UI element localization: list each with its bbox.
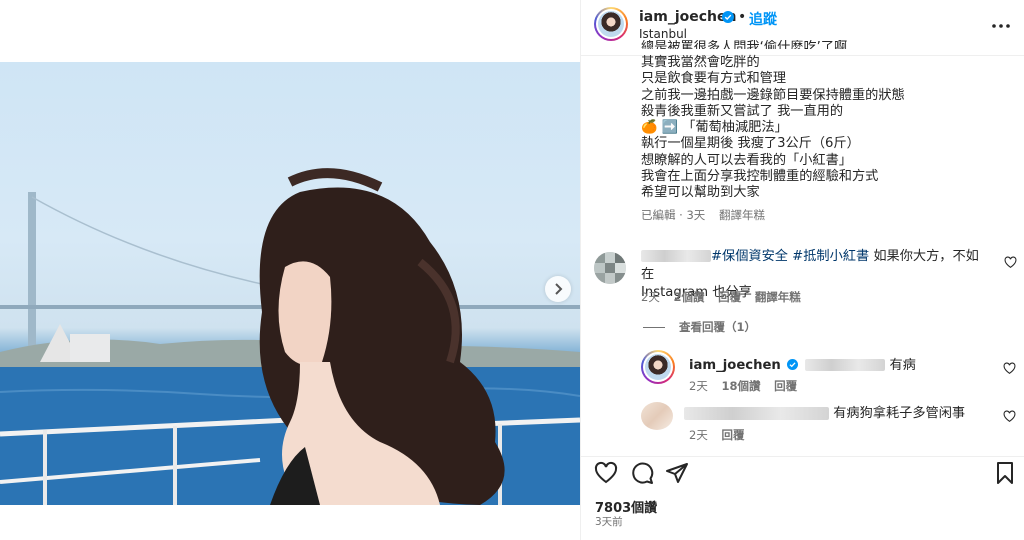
verified-badge-icon [722,11,734,23]
blurred-mention [805,359,886,371]
reply-avatar[interactable] [641,402,673,430]
post-panel: iam_joechen • 追蹤 Istanbul 總是被罵很多人問我‘偷什麼吃… [580,0,1024,540]
emoji-prefix: 🍊 ➡️ [641,120,679,136]
caption-line: 執行一個星期後 我瘦了3公斤（6斤） [641,136,860,152]
separator-dot: • [738,9,747,25]
post-photo[interactable] [0,62,580,505]
photo-illustration [0,168,580,505]
caption-line: 之前我一邊拍戲一邊錄節目要保持體重的狀態 [641,87,905,103]
reply-body: 有病狗拿耗子多管闲事 [684,402,965,421]
view-replies-label: 查看回覆（1） [679,320,757,334]
reply-likes[interactable]: 18個讚 [721,379,760,393]
commenter-avatar[interactable] [594,252,626,284]
caption-line: 想瞭解的人可以去看我的「小紅書」 [641,152,852,168]
blurred-username [684,406,829,420]
action-bar [581,456,1024,490]
view-replies-toggle[interactable]: 查看回覆（1） [643,319,756,335]
comment-hashtags[interactable]: #保個資安全 #抵制小紅書 [711,249,869,264]
reply-time: 2天 [689,428,708,442]
translate-link[interactable]: 翻譯年糕 [755,290,801,304]
reply-meta: 2天 18個讚 回覆 [689,378,807,394]
translate-link[interactable]: 翻譯年糕 [719,208,765,222]
bookmark-icon[interactable] [993,461,1017,485]
replies-divider [643,326,665,328]
post-location[interactable]: Istanbul [639,27,687,41]
reply-meta: 2天 回覆 [689,427,754,443]
heart-icon[interactable] [594,461,618,485]
caption-line: 🍊 ➡️ 「葡萄柚減肥法」 [641,120,991,136]
blurred-username [641,250,711,262]
caption-line: 總是被罵很多人問我‘偷什麼吃’了啊 [641,40,848,49]
author-avatar[interactable] [594,7,628,41]
reply-button[interactable]: 回覆 [718,290,741,304]
more-horizontal-icon[interactable] [991,18,1011,34]
caption-line: 希望可以幫助到大家 [641,185,760,201]
heart-icon[interactable] [1004,256,1017,269]
comment-bubble-icon[interactable] [630,461,654,485]
reply-username[interactable]: iam_joechen [689,358,781,373]
caption-meta: 已編輯 · 3天 翻譯年糕 [641,207,991,223]
comment-likes[interactable]: 2個讚 [673,290,704,304]
media-panel [0,0,580,540]
post-caption: 總是被罵很多人問我‘偷什麼吃’了啊 其實我當然會吃胖的 只是飲食要有方式和管理 … [641,40,991,223]
reply-text: 有病狗拿耗子多管闲事 [833,406,966,421]
reply-text: 有病 [889,358,916,373]
comment-time: 2天 [641,290,660,304]
comment-meta: 2天 2個讚 回覆 翻譯年糕 [641,289,811,305]
edited-time: 已編輯 · 3天 [641,207,706,222]
caption-line: 我會在上面分享我控制體重的經驗和方式 [641,169,879,185]
follow-button[interactable]: 追蹤 [749,9,777,29]
reply-button[interactable]: 回覆 [774,379,797,393]
caption-line: 其實我當然會吃胖的 [641,55,760,70]
caption-line: 殺青後我重新又嘗試了 我一直用的 [641,103,844,119]
reply-button[interactable]: 回覆 [721,428,744,442]
chevron-right-icon [555,283,563,295]
reply-time: 2天 [689,379,708,393]
reply-body: iam_joechen 有病 [689,354,916,373]
verified-badge-icon [787,358,799,370]
paper-plane-icon[interactable] [665,461,689,485]
heart-icon[interactable] [1003,410,1016,423]
post-date: 3天前 [595,516,623,528]
heart-icon[interactable] [1003,362,1016,375]
next-photo-button[interactable] [545,276,571,302]
caption-line: 只是飲食要有方式和管理 [641,71,787,87]
reply-avatar[interactable] [641,350,675,384]
caption-line-text: 「葡萄柚減肥法」 [682,120,788,136]
